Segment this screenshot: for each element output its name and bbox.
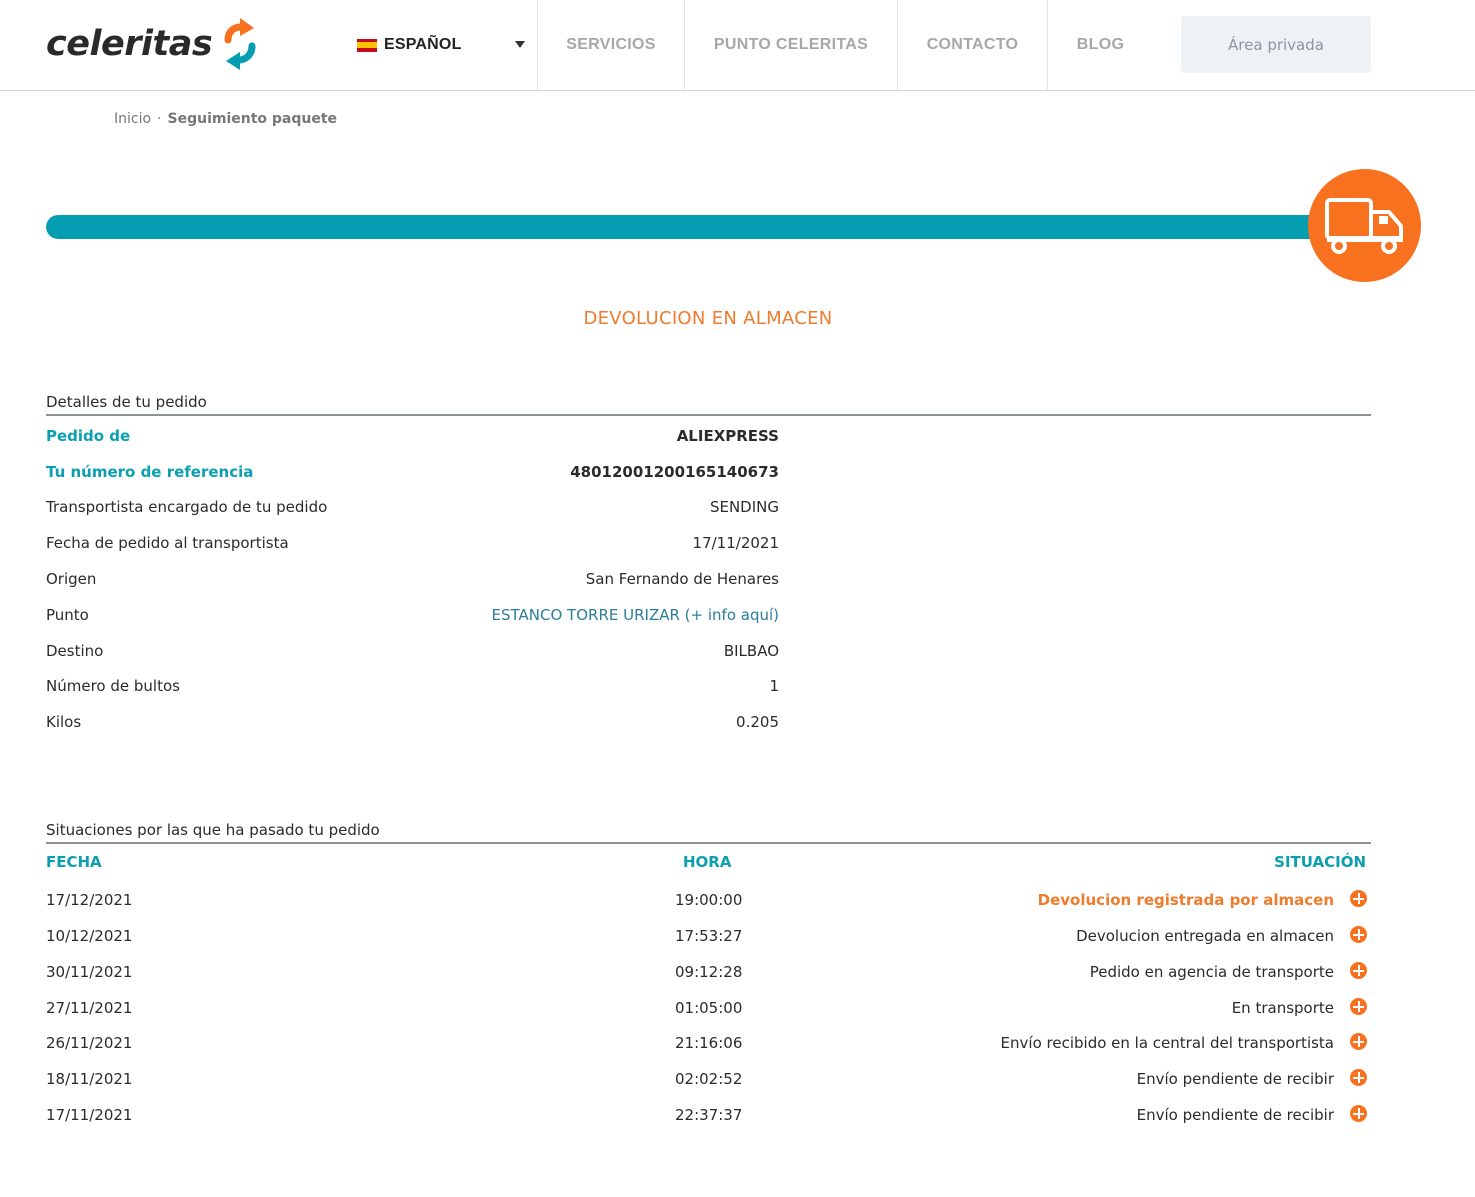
detail-row-destino: Destino BILBAO xyxy=(46,633,779,669)
detail-label: Punto xyxy=(46,606,89,624)
detail-label: Transportista encargado de tu pedido xyxy=(46,498,328,516)
column-header-fecha: FECHA xyxy=(46,853,102,871)
table-row: 27/11/2021 01:05:00 En transporte xyxy=(46,990,1367,1026)
detail-value: SENDING xyxy=(709,498,779,516)
truck-status-badge xyxy=(1308,169,1421,282)
row-hora: 02:02:52 xyxy=(675,1070,743,1088)
row-fecha: 30/11/2021 xyxy=(46,963,133,981)
nav-servicios[interactable]: SERVICIOS xyxy=(538,0,685,90)
private-area-button[interactable]: Área privada xyxy=(1181,16,1371,73)
row-fecha: 17/11/2021 xyxy=(46,1106,133,1124)
table-row: 18/11/2021 02:02:52 Envío pendiente de r… xyxy=(46,1061,1367,1097)
expand-plus-icon[interactable] xyxy=(1350,1105,1367,1122)
row-fecha: 17/12/2021 xyxy=(46,891,133,909)
detail-label: Fecha de pedido al transportista xyxy=(46,534,289,552)
table-row: 30/11/2021 09:12:28 Pedido en agencia de… xyxy=(46,954,1367,990)
detail-label: Pedido de xyxy=(46,427,131,445)
celeritas-logo[interactable]: celeritas xyxy=(46,18,260,70)
row-hora: 21:16:06 xyxy=(675,1034,743,1052)
history-section-title: Situaciones por las que ha pasado tu ped… xyxy=(46,821,1371,844)
language-label: ESPAÑOL xyxy=(384,36,462,53)
detail-value: 48012001200165140673 xyxy=(570,463,779,481)
detail-value: 1 xyxy=(769,677,779,695)
table-row: 17/12/2021 19:00:00 Devolucion registrad… xyxy=(46,882,1367,918)
spain-flag-icon xyxy=(357,38,377,52)
row-hora: 22:37:37 xyxy=(675,1106,743,1124)
tracking-progress-bar xyxy=(46,215,1336,239)
row-fecha: 27/11/2021 xyxy=(46,999,133,1017)
expand-plus-icon[interactable] xyxy=(1350,926,1367,943)
row-situacion: En transporte xyxy=(1231,999,1334,1017)
site-header: celeritas ESPAÑOL SERVICIOS PUNTO CELERI… xyxy=(0,0,1475,91)
row-hora: 19:00:00 xyxy=(675,891,743,909)
detail-row-fecha-pedido: Fecha de pedido al transportista 17/11/2… xyxy=(46,525,779,561)
detail-row-punto: Punto ESTANCO TORRE URIZAR (+ info aquí) xyxy=(46,597,779,633)
detail-row-transportista: Transportista encargado de tu pedido SEN… xyxy=(46,489,779,525)
detail-value: 17/11/2021 xyxy=(692,534,779,552)
detail-label: Origen xyxy=(46,570,97,588)
tracking-progress-fill xyxy=(46,215,1336,239)
history-table-header: FECHA HORA SITUACIÓN xyxy=(46,853,1366,877)
breadcrumb-current: Seguimiento paquete xyxy=(167,111,338,127)
column-header-situacion: SITUACIÓN xyxy=(1274,853,1366,871)
language-selector[interactable]: ESPAÑOL xyxy=(357,0,538,90)
breadcrumb: Inicio · Seguimiento paquete xyxy=(114,111,337,127)
table-row: 10/12/2021 17:53:27 Devolucion entregada… xyxy=(46,918,1367,954)
row-situacion: Devolucion registrada por almacen xyxy=(1037,891,1334,909)
breadcrumb-separator: · xyxy=(157,111,162,127)
detail-row-referencia: Tu número de referencia 4801200120016514… xyxy=(46,454,779,490)
expand-plus-icon[interactable] xyxy=(1350,962,1367,979)
row-fecha: 18/11/2021 xyxy=(46,1070,133,1088)
logo-arrows-icon xyxy=(224,18,256,70)
details-section-title: Detalles de tu pedido xyxy=(46,393,1371,416)
nav-punto-celeritas[interactable]: PUNTO CELERITAS xyxy=(685,0,898,90)
row-situacion: Envío pendiente de recibir xyxy=(1136,1106,1334,1124)
row-situacion: Devolucion entregada en almacen xyxy=(1076,927,1334,945)
detail-label: Kilos xyxy=(46,713,82,731)
detail-value: San Fernando de Henares xyxy=(585,570,779,588)
column-header-hora: HORA xyxy=(683,853,732,871)
tracking-status-title: DEVOLUCION EN ALMACEN xyxy=(583,308,833,329)
row-situacion: Envío recibido en la central del transpo… xyxy=(1000,1034,1334,1052)
nav-contacto[interactable]: CONTACTO xyxy=(898,0,1048,90)
row-situacion: Pedido en agencia de transporte xyxy=(1089,963,1334,981)
expand-plus-icon[interactable] xyxy=(1350,1033,1367,1050)
detail-label: Destino xyxy=(46,642,104,660)
expand-plus-icon[interactable] xyxy=(1350,890,1367,907)
detail-label: Tu número de referencia xyxy=(46,463,254,481)
breadcrumb-home[interactable]: Inicio xyxy=(114,111,151,127)
row-hora: 09:12:28 xyxy=(675,963,743,981)
truck-icon xyxy=(1324,197,1403,254)
detail-value: ALIEXPRESS xyxy=(676,427,779,445)
detail-value: 0.205 xyxy=(736,713,779,731)
punto-info-link[interactable]: ESTANCO TORRE URIZAR (+ info aquí) xyxy=(492,606,779,624)
row-hora: 17:53:27 xyxy=(675,927,743,945)
row-fecha: 26/11/2021 xyxy=(46,1034,133,1052)
detail-value: BILBAO xyxy=(723,642,779,660)
logo-text: celeritas xyxy=(46,24,213,64)
table-row: 17/11/2021 22:37:37 Envío pendiente de r… xyxy=(46,1097,1367,1133)
row-hora: 01:05:00 xyxy=(675,999,743,1017)
row-fecha: 10/12/2021 xyxy=(46,927,133,945)
nav-blog[interactable]: BLOG xyxy=(1048,0,1153,90)
expand-plus-icon[interactable] xyxy=(1350,1069,1367,1086)
chevron-down-icon xyxy=(515,41,525,48)
table-row: 26/11/2021 21:16:06 Envío recibido en la… xyxy=(46,1025,1367,1061)
detail-label: Número de bultos xyxy=(46,677,180,695)
detail-row-pedido-de: Pedido de ALIEXPRESS xyxy=(46,418,779,454)
expand-plus-icon[interactable] xyxy=(1350,998,1367,1015)
row-situacion: Envío pendiente de recibir xyxy=(1136,1070,1334,1088)
detail-row-origen: Origen San Fernando de Henares xyxy=(46,561,779,597)
detail-row-bultos: Número de bultos 1 xyxy=(46,668,779,704)
detail-row-kilos: Kilos 0.205 xyxy=(46,704,779,740)
